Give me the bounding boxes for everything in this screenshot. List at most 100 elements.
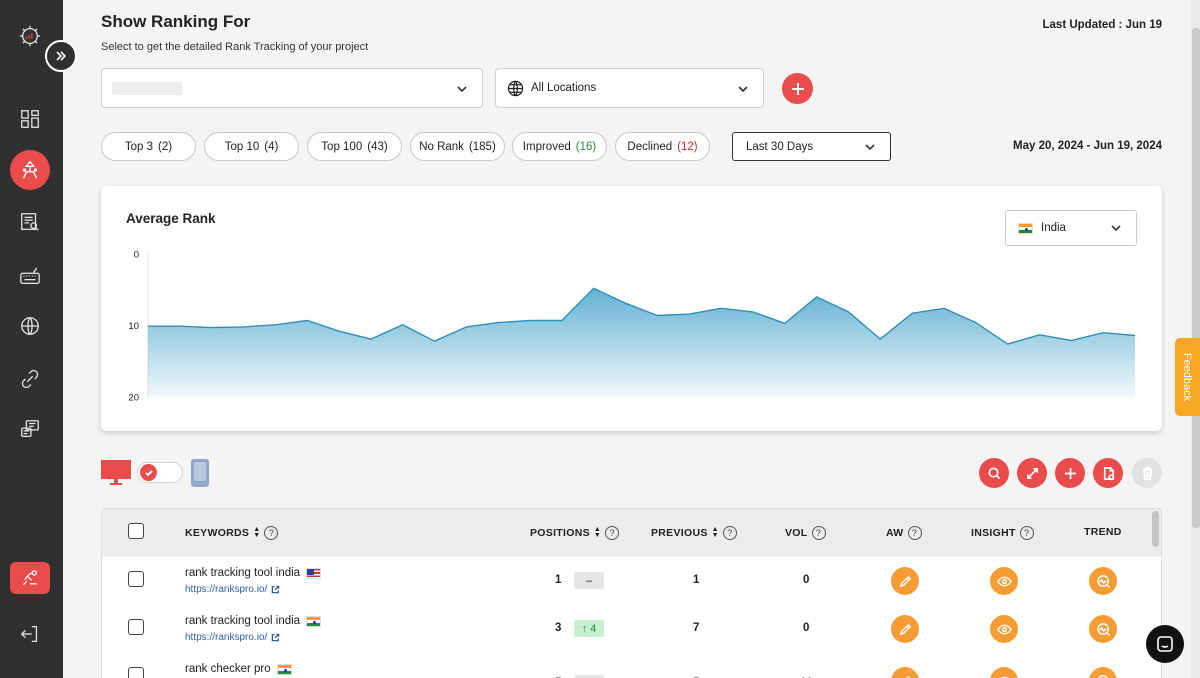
trend-button[interactable] xyxy=(1089,667,1117,678)
average-rank-point[interactable] xyxy=(432,338,438,344)
site-audit-icon[interactable] xyxy=(16,208,44,236)
average-rank-point[interactable] xyxy=(909,310,915,316)
average-rank-point[interactable] xyxy=(145,323,151,329)
row-checkbox[interactable] xyxy=(128,619,144,635)
select-all-checkbox[interactable] xyxy=(128,523,144,539)
header-vol-label: VOL xyxy=(785,527,808,539)
average-rank-point[interactable] xyxy=(400,322,406,328)
feedback-tab[interactable]: Feedback xyxy=(1175,338,1200,416)
average-rank-point[interactable] xyxy=(973,320,979,326)
keyword-url-link[interactable]: https://rankspro.io/ xyxy=(185,584,280,595)
help-icon[interactable]: ? xyxy=(811,526,826,540)
gear-chart-logo-icon[interactable] xyxy=(16,22,44,50)
help-icon[interactable]: ? xyxy=(1019,526,1034,540)
average-rank-point[interactable] xyxy=(304,317,310,323)
keywords-table: KEYWORDS ▲ ▼ ? POSITIONS ▲ ▼ ? PREVIOUS ▲ ▼… xyxy=(101,508,1162,678)
average-rank-point[interactable] xyxy=(559,317,565,323)
average-rank-point[interactable] xyxy=(941,305,947,311)
date-period-select[interactable]: Last 30 Days xyxy=(732,132,891,161)
average-rank-point[interactable] xyxy=(718,305,724,311)
trend-button[interactable] xyxy=(1089,567,1117,595)
average-rank-point[interactable] xyxy=(686,311,692,317)
header-aw-label: AW xyxy=(886,527,904,539)
filter-pill-improved[interactable]: Improved (16) xyxy=(512,132,607,161)
average-rank-point[interactable] xyxy=(591,285,597,291)
average-rank-point[interactable] xyxy=(623,300,629,306)
external-link-icon xyxy=(271,633,280,642)
average-rank-point[interactable] xyxy=(877,336,883,342)
add-location-button[interactable] xyxy=(782,73,813,104)
chat-button[interactable] xyxy=(1146,625,1184,663)
average-rank-point[interactable] xyxy=(209,325,215,331)
keyboard-icon[interactable] xyxy=(16,262,44,290)
help-icon[interactable]: ? xyxy=(907,526,922,540)
average-rank-point[interactable] xyxy=(750,309,756,315)
average-rank-point[interactable] xyxy=(495,320,501,326)
add-keyword-button[interactable] xyxy=(1055,458,1085,488)
trend-button[interactable] xyxy=(1089,615,1117,643)
expand-button[interactable] xyxy=(1017,458,1047,488)
insight-button[interactable] xyxy=(990,667,1018,678)
filter-pill-declined[interactable]: Declined (12) xyxy=(615,132,710,161)
pill-count: (185) xyxy=(468,140,496,153)
sidebar-expand-button[interactable] xyxy=(45,40,77,72)
location-select[interactable]: All Locations xyxy=(495,68,764,108)
page-scrollbar-thumb[interactable] xyxy=(1192,28,1200,528)
average-rank-point[interactable] xyxy=(336,328,342,334)
aw-button[interactable] xyxy=(891,567,919,595)
row-checkbox[interactable] xyxy=(128,667,144,678)
average-rank-point[interactable] xyxy=(1036,332,1042,338)
aw-button[interactable] xyxy=(891,667,919,678)
average-rank-point[interactable] xyxy=(814,294,820,300)
aw-button[interactable] xyxy=(891,615,919,643)
device-toggle[interactable] xyxy=(137,462,183,483)
average-rank-point[interactable] xyxy=(782,320,788,326)
logout-icon[interactable] xyxy=(16,620,44,648)
sort-icon[interactable]: ▲ ▼ xyxy=(253,526,260,539)
search-button[interactable] xyxy=(979,458,1009,488)
average-rank-point[interactable] xyxy=(463,324,469,330)
average-rank-point[interactable] xyxy=(241,324,247,330)
header-previous[interactable]: PREVIOUS ▲ ▼ ? xyxy=(651,526,737,540)
country-select[interactable]: India xyxy=(1005,210,1137,246)
globe-network-icon[interactable] xyxy=(16,312,44,340)
average-rank-point[interactable] xyxy=(177,323,183,329)
insight-button[interactable] xyxy=(990,615,1018,643)
average-rank-point[interactable] xyxy=(1005,341,1011,347)
rank-tracking-icon[interactable] xyxy=(10,150,50,190)
desktop-device-icon[interactable] xyxy=(101,460,131,486)
average-rank-point[interactable] xyxy=(272,322,278,328)
help-icon[interactable]: ? xyxy=(605,526,620,540)
header-keywords[interactable]: KEYWORDS ▲ ▼ ? xyxy=(185,526,279,540)
filter-pill-no-rank[interactable]: No Rank (185) xyxy=(410,132,505,161)
integrations-icon[interactable] xyxy=(10,562,50,594)
insight-button[interactable] xyxy=(990,567,1018,595)
content-icon[interactable] xyxy=(16,415,44,443)
sort-icon[interactable]: ▲ ▼ xyxy=(712,526,719,539)
filter-pill-top10[interactable]: Top 10 (4) xyxy=(204,132,299,161)
dashboard-icon[interactable] xyxy=(16,105,44,133)
average-rank-point[interactable] xyxy=(527,317,533,323)
project-select[interactable] xyxy=(101,68,483,108)
table-scrollbar[interactable] xyxy=(1152,511,1159,547)
sort-icon[interactable]: ▲ ▼ xyxy=(594,526,601,539)
delete-button[interactable] xyxy=(1132,458,1162,488)
backlink-icon[interactable] xyxy=(16,365,44,393)
header-positions-label: POSITIONS xyxy=(530,527,590,539)
help-icon[interactable]: ? xyxy=(722,526,737,540)
export-report-button[interactable] xyxy=(1093,458,1123,488)
keyword-url-link[interactable]: https://rankspro.io/ xyxy=(185,632,280,643)
average-rank-point[interactable] xyxy=(1068,338,1074,344)
average-rank-point[interactable] xyxy=(1132,333,1138,339)
filter-pill-top100[interactable]: Top 100 (43) xyxy=(307,132,402,161)
mobile-device-icon[interactable] xyxy=(191,459,209,487)
row-checkbox[interactable] xyxy=(128,571,144,587)
chevron-down-icon xyxy=(1110,222,1122,234)
average-rank-point[interactable] xyxy=(654,312,660,318)
average-rank-point[interactable] xyxy=(368,336,374,342)
average-rank-point[interactable] xyxy=(845,309,851,315)
average-rank-point[interactable] xyxy=(1100,330,1106,336)
filter-pill-top3[interactable]: Top 3 (2) xyxy=(101,132,196,161)
help-icon[interactable]: ? xyxy=(264,526,279,540)
header-positions[interactable]: POSITIONS ▲ ▼ ? xyxy=(530,526,620,540)
